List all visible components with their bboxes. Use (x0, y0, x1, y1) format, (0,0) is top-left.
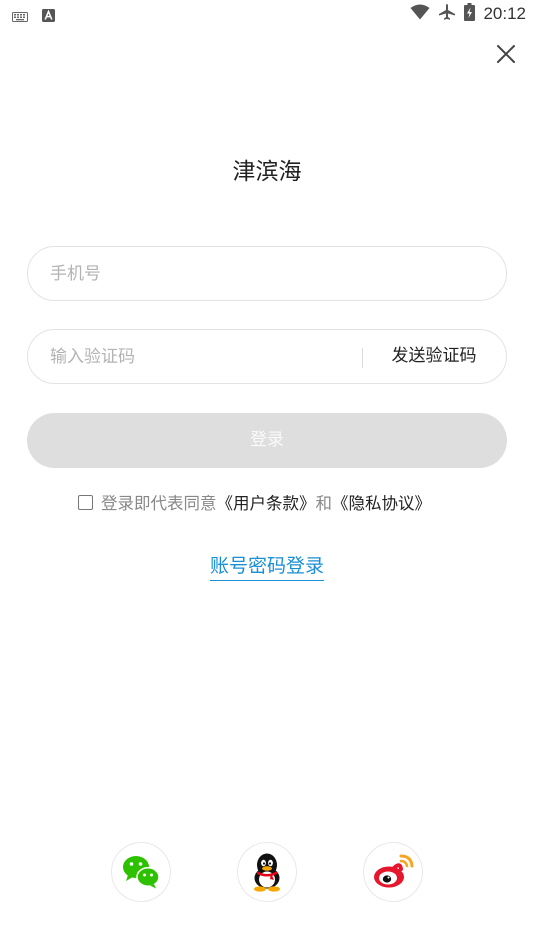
keyboard-icon (12, 7, 28, 26)
app-title: 津滨海 (232, 159, 302, 185)
qq-icon (254, 853, 280, 892)
login-button[interactable]: 登录 (27, 413, 507, 468)
clock-time: 20:12 (483, 4, 526, 23)
agreement-checkbox[interactable] (78, 494, 93, 510)
agreement-row: 登录即代表同意 《用户条款》 和 《隐私协议》 (78, 490, 431, 514)
airplane-icon (438, 3, 456, 25)
password-login-row: 账号密码登录 (0, 551, 534, 581)
phone-input[interactable] (50, 247, 480, 300)
privacy-link[interactable]: 《隐私协议》 (332, 490, 431, 514)
battery-icon (464, 3, 476, 25)
a-icon (42, 7, 55, 26)
qq-login-button[interactable] (237, 842, 297, 902)
wifi-icon (410, 4, 430, 24)
weibo-login-button[interactable] (363, 842, 423, 902)
verification-code-input[interactable] (50, 330, 350, 383)
close-icon (497, 45, 515, 63)
wechat-icon (123, 856, 160, 889)
status-bar: 20:12 (0, 0, 534, 28)
password-login-link[interactable]: 账号密码登录 (209, 551, 324, 581)
wechat-login-button[interactable] (111, 842, 171, 902)
weibo-icon (374, 854, 414, 888)
terms-link[interactable]: 《用户条款》 (217, 490, 316, 514)
phone-field-container (27, 246, 507, 301)
send-code-button[interactable]: 发送验证码 (373, 330, 495, 383)
close-button[interactable] (492, 40, 520, 68)
agreement-text: 登录即代表同意 (101, 494, 217, 513)
field-divider (362, 348, 363, 368)
code-field-container: 发送验证码 (27, 329, 507, 384)
agreement-and: 和 (315, 494, 333, 513)
